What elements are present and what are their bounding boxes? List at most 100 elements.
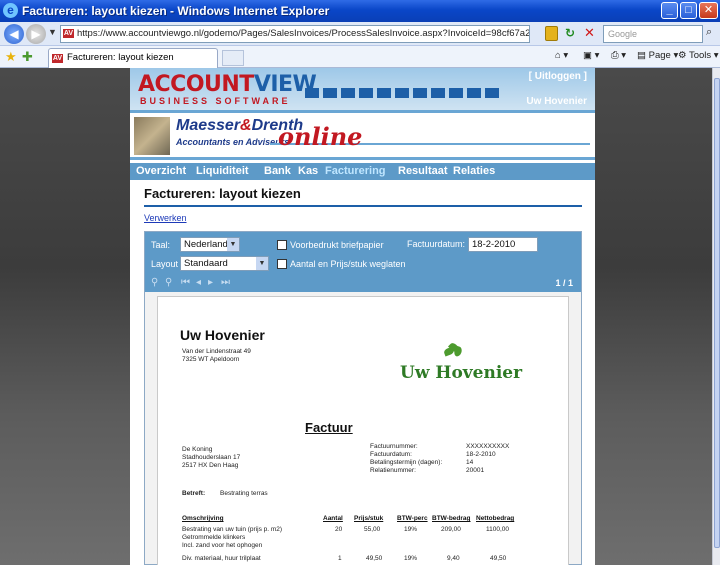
row-unit-price: 55,00 — [364, 526, 381, 533]
subject-label: Betreft: — [182, 490, 206, 497]
history-dropdown-icon[interactable]: ▼ — [48, 27, 57, 37]
zoom-out-icon[interactable]: ⚲ — [165, 277, 172, 288]
address-line-2: 7325 WT Apeldoorn — [182, 356, 240, 363]
customer-city: 2517 HX Den Haag — [182, 462, 239, 469]
address-input[interactable]: AV https://www.accountviewgo.nl/godemo/P… — [60, 25, 530, 43]
next-page-icon[interactable]: ▸ — [208, 277, 213, 288]
forward-button[interactable]: ▶ — [26, 24, 46, 44]
language-label: Taal: — [151, 240, 171, 250]
vertical-scrollbar[interactable] — [712, 68, 720, 565]
site-favicon-icon: AV — [63, 29, 74, 38]
add-favorite-icon[interactable]: ✚ — [22, 49, 33, 65]
ie-logo-icon: e — [3, 3, 18, 18]
page-title: Factureren: layout kiezen — [144, 186, 301, 201]
feeds-icon[interactable]: ▣ ▾ — [583, 50, 599, 61]
menu-item-overzicht[interactable]: Overzicht — [136, 165, 186, 177]
col-header-quantity: Aantal — [323, 515, 343, 522]
search-icon[interactable]: ⌕ — [706, 26, 712, 39]
col-header-net-amount: Nettobedrag — [476, 515, 515, 522]
company-banner: Maesser&Drenth Accountants en Adviseurs … — [130, 110, 595, 160]
col-header-vat-amount: BTW-bedrag — [432, 515, 471, 522]
menu-item-bank[interactable]: Bank — [264, 165, 291, 177]
invoice-date-input[interactable]: 18-2-2010 — [468, 237, 538, 252]
tools-menu-label: Tools — [688, 50, 712, 61]
menu-item-kas[interactable]: Kas — [298, 165, 318, 177]
header-decoration — [305, 88, 499, 98]
menu-item-resultaat[interactable]: Resultaat — [398, 165, 448, 177]
customer-street: Stadhouderslaan 17 — [182, 454, 241, 461]
omit-qty-price-checkbox[interactable] — [277, 259, 287, 269]
row-net-amount: 49,50 — [490, 555, 507, 562]
stop-icon[interactable]: ✕ — [582, 25, 597, 40]
meta-label: Betalingstermijn (dagen): — [370, 459, 443, 466]
chevron-down-icon: ▼ — [256, 257, 268, 270]
meta-label: Factuurnummer: — [370, 443, 418, 450]
layout-select[interactable]: Standaard ▼ — [180, 256, 269, 271]
title-divider — [144, 205, 582, 207]
first-page-icon[interactable]: ⏮ — [181, 277, 190, 288]
row-quantity: 20 — [335, 526, 343, 533]
logo-subtitle: BUSINESS SOFTWARE — [140, 96, 291, 106]
language-select[interactable]: Nederlands ▼ — [180, 237, 240, 252]
last-page-icon[interactable]: ⏭ — [221, 277, 230, 288]
page-viewport: ACCOUNTVIEW BUSINESS SOFTWARE [ Uitlogge… — [0, 68, 712, 565]
row-quantity: 1 — [338, 555, 342, 562]
meta-value: 14 — [466, 459, 474, 466]
row-description: Incl. zand voor het ophogen — [182, 542, 263, 549]
refresh-icon[interactable]: ↻ — [565, 26, 575, 40]
table-row: Div. materiaal, huur trilplaat — [182, 555, 261, 563]
online-wordmark: online — [278, 122, 363, 151]
omit-qty-price-label: Aantal en Prijs/stuk weglaten — [290, 259, 406, 269]
home-icon[interactable]: ⌂ ▾ — [555, 50, 568, 61]
row-vat-amount: 209,00 — [441, 526, 461, 533]
layout-label: Layout — [151, 259, 179, 269]
invoice-meta-labels: Factuurnummer: Factuurdatum: Betalingste… — [370, 443, 442, 475]
maximize-button[interactable]: □ — [680, 2, 697, 19]
new-tab-button[interactable] — [222, 50, 244, 66]
address-line-1: Van der Lindenstraat 49 — [182, 348, 251, 355]
tab-row: ★ ✚ AV Factureren: layout kiezen ⌂ ▾ ▣ ▾… — [0, 46, 720, 68]
scrollbar-thumb[interactable] — [714, 78, 720, 548]
tools-menu[interactable]: ⚙ Tools ▾ — [678, 50, 719, 61]
previous-page-icon[interactable]: ◂ — [196, 277, 201, 288]
zoom-in-icon[interactable]: ⚲ — [151, 277, 158, 288]
tab-title: Factureren: layout kiezen — [67, 52, 174, 63]
process-link[interactable]: Verwerken — [144, 213, 187, 223]
print-icon[interactable]: ⎙ ▾ — [611, 50, 626, 61]
row-description: Div. materiaal, huur trilplaat — [182, 555, 261, 562]
invoice-brand-logo: Uw Hovenier — [400, 363, 523, 383]
leaf-logo-icon — [443, 341, 464, 360]
logout-link[interactable]: [ Uitloggen ] — [529, 71, 587, 82]
preprinted-paper-checkbox[interactable] — [277, 240, 287, 250]
meta-value: XXXXXXXXXX — [466, 443, 510, 450]
row-description: Bestrating van uw tuin (prijs p. m2) — [182, 526, 283, 533]
logo-part1: ACCOUNT — [138, 72, 254, 97]
favorites-star-icon[interactable]: ★ — [5, 49, 17, 65]
menu-item-facturering[interactable]: Facturering — [325, 165, 386, 177]
customer-name: De Koning — [182, 446, 213, 453]
page-menu-label: Page — [648, 50, 671, 61]
site-container: ACCOUNTVIEW BUSINESS SOFTWARE [ Uitlogge… — [130, 68, 595, 565]
page-menu[interactable]: ▤ Page ▾ — [637, 50, 678, 61]
user-name: Uw Hovenier — [526, 96, 587, 107]
site-header: ACCOUNTVIEW BUSINESS SOFTWARE [ Uitlogge… — [130, 68, 595, 110]
back-button[interactable]: ◀ — [4, 24, 24, 44]
meta-label: Relatienummer: — [370, 467, 416, 474]
close-window-button[interactable]: ✕ — [699, 2, 718, 19]
meta-label: Factuurdatum: — [370, 451, 412, 458]
row-vat-percent: 19% — [404, 555, 418, 562]
browser-tab[interactable]: AV Factureren: layout kiezen — [48, 48, 218, 68]
address-bar-row: ◀ ▶ ▼ AV https://www.accountviewgo.nl/go… — [0, 22, 720, 46]
invoice-date-label: Factuurdatum: — [407, 239, 466, 249]
accountview-logo: ACCOUNTVIEW — [138, 72, 317, 97]
row-vat-amount: 9,40 — [447, 555, 460, 562]
search-input[interactable]: Google — [603, 25, 703, 43]
main-menu: Overzicht Liquiditeit Bank Kas Factureri… — [130, 163, 595, 180]
chevron-down-icon: ▼ — [227, 238, 239, 251]
row-net-amount: 1100,00 — [486, 526, 510, 533]
lock-icon[interactable] — [545, 26, 558, 41]
menu-item-relaties[interactable]: Relaties — [453, 165, 495, 177]
minimize-button[interactable]: _ — [661, 2, 678, 19]
preprinted-paper-label: Voorbedrukt briefpapier — [290, 240, 384, 250]
menu-item-liquiditeit[interactable]: Liquiditeit — [196, 165, 249, 177]
